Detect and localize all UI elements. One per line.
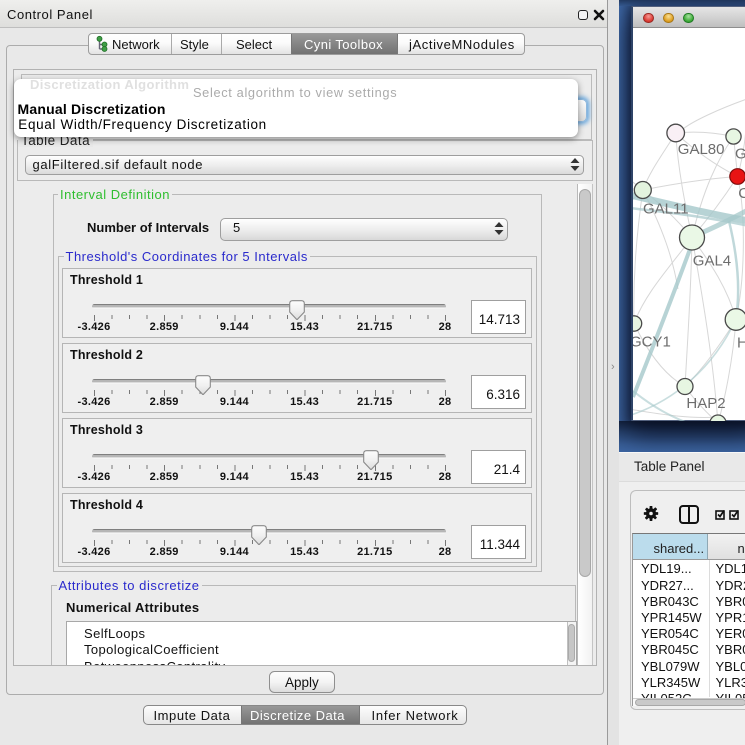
svg-text:GA: GA: [735, 145, 745, 162]
svg-text:GCY1: GCY1: [633, 333, 671, 350]
svg-text:CY: CY: [738, 185, 745, 202]
svg-text:GAL80: GAL80: [678, 141, 725, 158]
svg-text:HAP2: HAP2: [686, 395, 725, 412]
svg-text:HI: HI: [737, 334, 745, 351]
svg-text:GAL4: GAL4: [693, 252, 731, 269]
svg-text:GAL11: GAL11: [643, 200, 689, 217]
